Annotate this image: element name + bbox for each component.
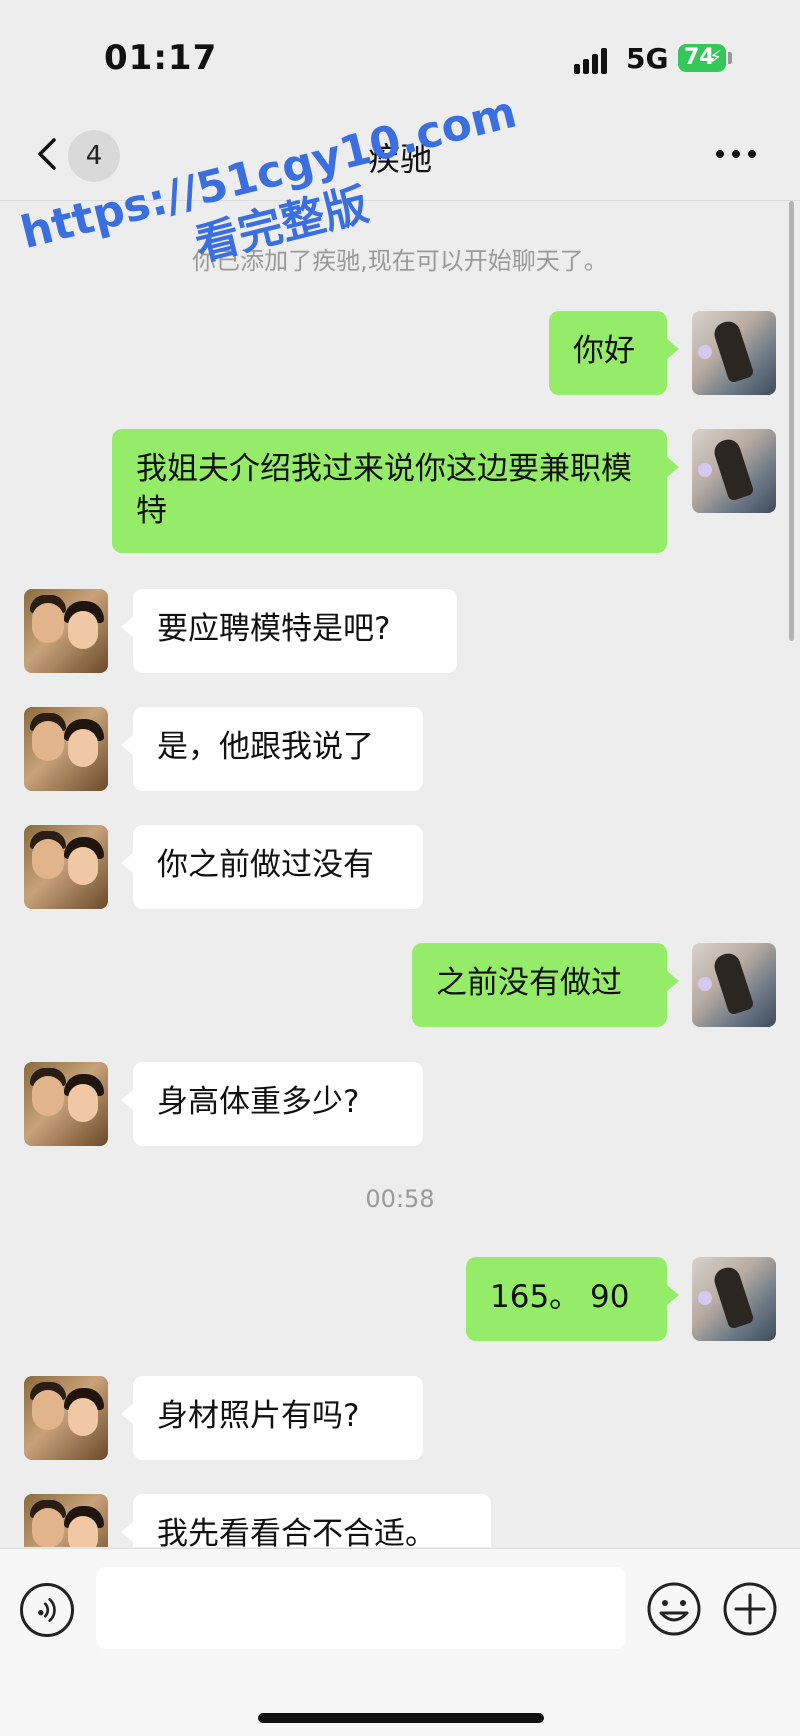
message-bubble[interactable]: 是，他跟我说了 [121, 707, 423, 791]
charging-icon: ⚡ [709, 47, 722, 68]
battery-cap [728, 52, 732, 64]
network-type: 5G [626, 42, 669, 75]
message-bubble[interactable]: 要应聘模特是吧? [121, 589, 457, 673]
message-bubble[interactable]: 之前没有做过 [412, 943, 679, 1027]
message-input[interactable] [96, 1567, 626, 1649]
my-avatar[interactable] [692, 943, 776, 1027]
contact-avatar[interactable] [24, 1376, 108, 1460]
more-dots-icon[interactable] [716, 150, 760, 162]
message-list[interactable]: 你已添加了疾驰,现在可以开始聊天了。 你好 我姐夫介绍我过来说你这边要兼职模特 … [0, 201, 800, 1547]
nav-bar: 4 疾驰 [0, 110, 800, 201]
message-bubble[interactable]: 165。 90 [466, 1257, 679, 1341]
my-avatar[interactable] [692, 311, 776, 395]
message-bubble[interactable]: 身高体重多少? [121, 1062, 423, 1146]
message-bubble[interactable]: 我姐夫介绍我过来说你这边要兼职模特 [112, 429, 679, 553]
chat-screen: 01:17 5G 74 ⚡ 4 疾驰 你已添加了疾驰,现在可以开始聊天了。 你好… [0, 0, 800, 1736]
my-avatar[interactable] [692, 429, 776, 513]
emoji-icon[interactable] [646, 1581, 702, 1637]
chevron-left-icon[interactable] [30, 134, 70, 174]
battery-icon: 74 ⚡ [678, 44, 726, 72]
chat-title: 疾驰 [367, 140, 432, 178]
input-bar [0, 1548, 800, 1736]
message-bubble[interactable]: 我先看看合不合适。 [121, 1494, 491, 1547]
system-message: 你已添加了疾驰,现在可以开始聊天了。 [192, 247, 608, 275]
unread-count-badge[interactable]: 4 [68, 130, 120, 182]
message-bubble[interactable]: 身材照片有吗? [121, 1376, 423, 1460]
my-avatar[interactable] [692, 1257, 776, 1341]
home-indicator[interactable] [258, 1713, 544, 1723]
contact-avatar[interactable] [24, 825, 108, 909]
status-time: 01:17 [104, 38, 218, 78]
status-bar: 01:17 5G 74 ⚡ [0, 0, 800, 110]
contact-avatar[interactable] [24, 1062, 108, 1146]
message-timestamp: 00:58 [365, 1185, 435, 1213]
contact-avatar[interactable] [24, 707, 108, 791]
voice-icon[interactable] [20, 1583, 74, 1637]
signal-icon [574, 46, 614, 74]
contact-avatar[interactable] [24, 1494, 108, 1547]
message-bubble[interactable]: 你好 [549, 311, 679, 395]
plus-icon[interactable] [722, 1581, 778, 1637]
message-bubble[interactable]: 你之前做过没有 [121, 825, 423, 909]
contact-avatar[interactable] [24, 589, 108, 673]
